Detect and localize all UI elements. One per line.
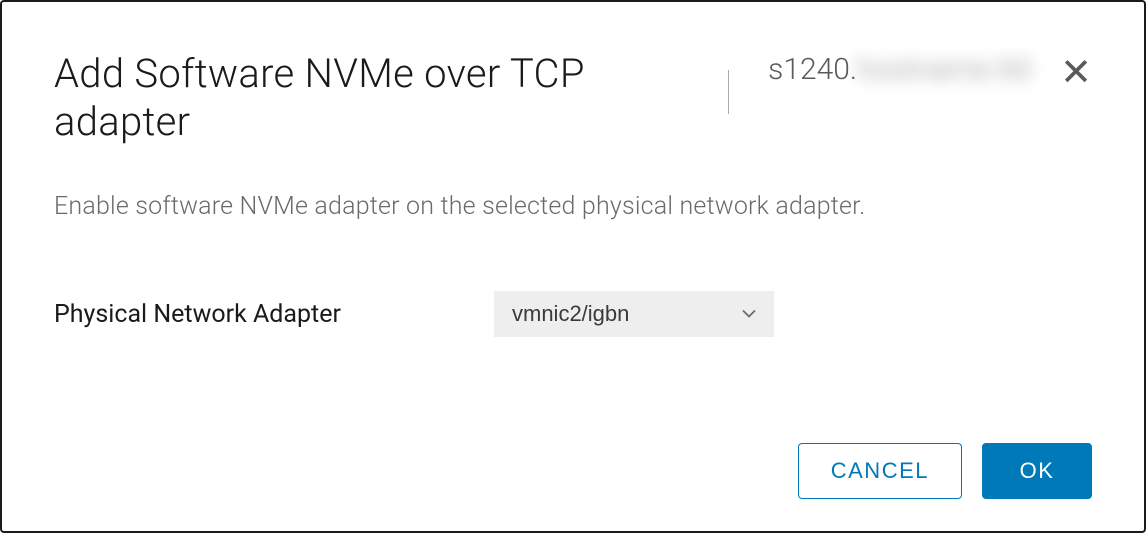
dialog-title: Add Software NVMe over TCP adapter <box>54 50 704 146</box>
host-prefix: s1240. <box>768 52 857 87</box>
dialog-description: Enable software NVMe adapter on the sele… <box>54 192 1092 221</box>
add-nvme-adapter-dialog: Add Software NVMe over TCP adapter s1240… <box>0 0 1146 533</box>
close-icon: ✕ <box>1060 52 1092 94</box>
dialog-footer: CANCEL OK <box>798 443 1092 499</box>
adapter-select-wrap: vmnic2/igbn <box>494 291 774 337</box>
header-right: s1240.hostname.tld ✕ <box>748 50 1092 92</box>
adapter-label: Physical Network Adapter <box>54 300 434 329</box>
close-button[interactable]: ✕ <box>1060 54 1092 92</box>
host-blurred: hostname.tld <box>857 52 1030 87</box>
host-name: s1240.hostname.tld <box>768 50 1030 89</box>
adapter-select[interactable]: vmnic2/igbn <box>494 291 774 337</box>
dialog-header: Add Software NVMe over TCP adapter s1240… <box>54 50 1092 146</box>
adapter-form-row: Physical Network Adapter vmnic2/igbn <box>54 291 1092 337</box>
cancel-button[interactable]: CANCEL <box>798 443 962 499</box>
ok-button[interactable]: OK <box>982 443 1092 499</box>
